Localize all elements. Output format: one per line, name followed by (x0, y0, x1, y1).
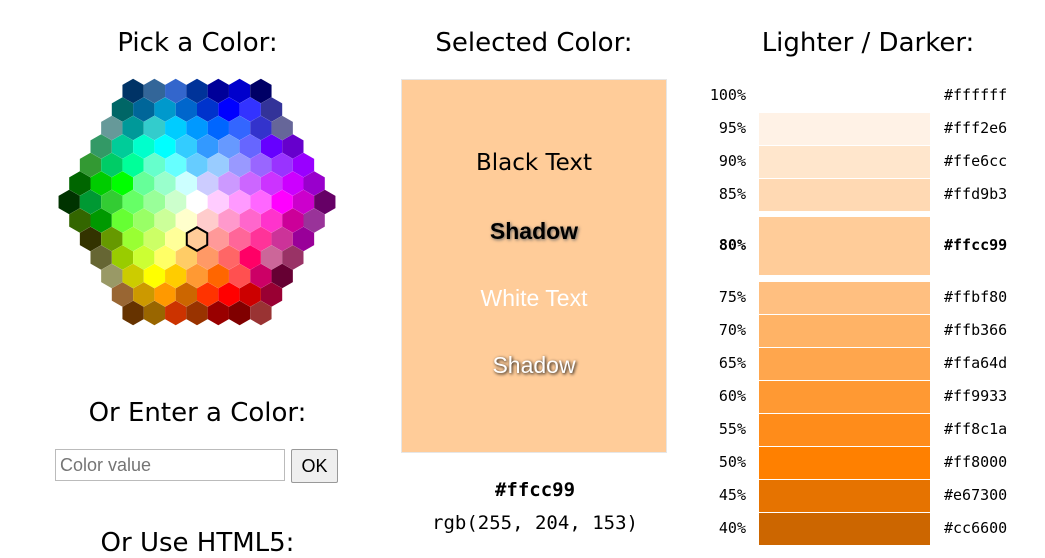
selected-rgb-value: rgb(255, 204, 153) (432, 512, 638, 534)
shade-hex-code: #ffcc99 (944, 236, 1008, 254)
shade-hex-code: #ffa64d (944, 354, 1008, 372)
shade-row[interactable]: 95% #fff2e6 (700, 113, 1030, 145)
shade-swatch[interactable] (759, 113, 930, 145)
shade-row[interactable]: 45% #e67300 (700, 480, 1030, 512)
shade-hex-code: #ffd9b3 (944, 185, 1008, 203)
shade-row[interactable]: 50% #ff8000 (700, 447, 1030, 479)
lighter-darker-heading: Lighter / Darker: (761, 28, 975, 58)
shade-swatch[interactable] (759, 179, 930, 211)
selected-color-swatch: Black Text Shadow White Text Shadow (401, 79, 667, 453)
shade-hex-code: #ff8c1a (944, 420, 1008, 438)
shade-row[interactable]: 65% #ffa64d (700, 348, 1030, 380)
shade-percent: 40% (718, 519, 746, 537)
enter-color-heading: Or Enter a Color: (88, 398, 307, 428)
html5-heading: Or Use HTML5: (100, 528, 295, 558)
shade-swatch[interactable] (759, 480, 930, 512)
shade-percent: 90% (718, 152, 746, 170)
ok-button[interactable]: OK (291, 449, 338, 483)
shade-percent: 50% (718, 453, 746, 471)
selected-color-heading: Selected Color: (435, 28, 633, 58)
shade-hex-code: #ff8000 (944, 453, 1008, 471)
shade-percent: 85% (718, 185, 746, 203)
shade-swatch[interactable] (759, 414, 930, 446)
shade-hex-code: #ffffff (944, 86, 1008, 104)
shade-swatch[interactable] (759, 513, 930, 545)
shade-swatch[interactable] (759, 315, 930, 347)
shade-percent: 45% (718, 486, 746, 504)
hex-color-map[interactable] (0, 0, 370, 340)
shade-row[interactable]: 85% #ffd9b3 (700, 179, 1030, 211)
shade-percent: 65% (718, 354, 746, 372)
shade-row[interactable]: 40% #cc6600 (700, 513, 1030, 545)
white-shadow-sample: Shadow (492, 352, 576, 378)
shade-percent: 55% (718, 420, 746, 438)
shade-row[interactable]: 60% #ff9933 (700, 381, 1030, 413)
shade-row[interactable]: 90% #ffe6cc (700, 146, 1030, 178)
black-shadow-sample: Shadow (489, 218, 579, 244)
shade-percent: 75% (718, 288, 746, 306)
shade-row[interactable]: 80% #ffcc99 (700, 217, 1030, 275)
shade-hex-code: #ffbf80 (944, 288, 1008, 306)
shade-hex-code: #e67300 (944, 486, 1008, 504)
shade-hex-code: #fff2e6 (944, 119, 1008, 137)
shade-swatch[interactable] (759, 146, 930, 178)
shade-swatch[interactable] (759, 447, 930, 479)
shade-swatch[interactable] (759, 348, 930, 380)
shade-hex-code: #ff9933 (944, 387, 1008, 405)
shade-row[interactable]: 100% #ffffff (700, 80, 1030, 112)
shade-percent: 60% (718, 387, 746, 405)
selected-hex-value: #ffcc99 (494, 479, 576, 501)
black-text-sample: Black Text (475, 150, 593, 176)
color-value-input[interactable] (55, 449, 285, 481)
shade-hex-code: #ffb366 (944, 321, 1008, 339)
shade-swatch[interactable] (759, 80, 930, 112)
white-text-sample: White Text (480, 285, 588, 311)
shade-hex-code: #cc6600 (944, 519, 1008, 537)
shade-swatch[interactable] (759, 282, 930, 314)
shade-percent: 70% (718, 321, 746, 339)
shade-percent: 80% (718, 236, 746, 254)
shade-hex-code: #ffe6cc (944, 152, 1008, 170)
shade-swatch[interactable] (759, 381, 930, 413)
shade-swatch[interactable] (759, 217, 930, 275)
shade-row[interactable]: 70% #ffb366 (700, 315, 1030, 347)
shade-row[interactable]: 75% #ffbf80 (700, 282, 1030, 314)
shade-percent: 100% (709, 86, 746, 104)
shade-row[interactable]: 55% #ff8c1a (700, 414, 1030, 446)
shade-percent: 95% (718, 119, 746, 137)
